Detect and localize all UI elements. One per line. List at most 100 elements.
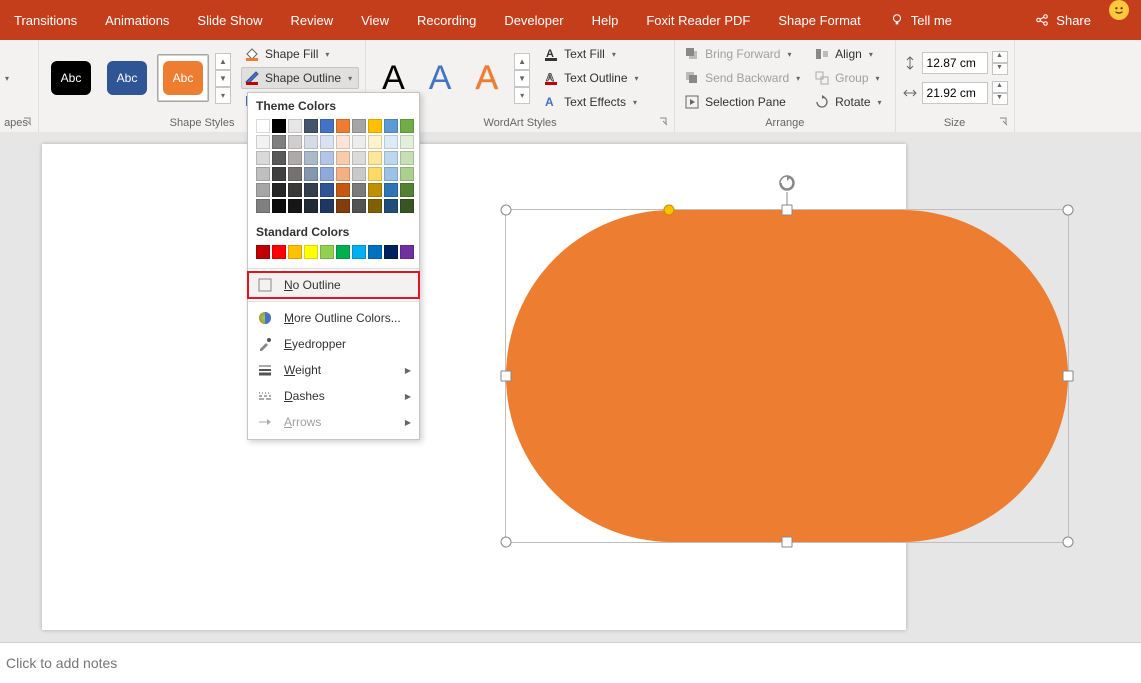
text-effects-button[interactable]: A Text Effects▾ xyxy=(540,91,645,113)
shape-width-input[interactable] xyxy=(922,82,988,104)
tab-recording[interactable]: Recording xyxy=(403,0,490,40)
wordart-preset-2[interactable]: A xyxy=(419,59,462,98)
standard-color-swatch[interactable] xyxy=(272,245,286,259)
shape-style-preset-3[interactable]: Abc xyxy=(157,54,209,102)
theme-color-swatch[interactable] xyxy=(368,135,382,149)
theme-color-swatch[interactable] xyxy=(304,151,318,165)
theme-color-swatch[interactable] xyxy=(400,135,414,149)
theme-color-swatch[interactable] xyxy=(384,183,398,197)
height-spin-down[interactable]: ▼ xyxy=(992,63,1008,75)
theme-color-swatch[interactable] xyxy=(336,199,350,213)
theme-color-swatch[interactable] xyxy=(272,119,286,133)
theme-color-swatch[interactable] xyxy=(320,183,334,197)
tab-shape-format[interactable]: Shape Format xyxy=(764,0,874,40)
rotate-button[interactable]: Rotate▾ xyxy=(811,91,888,113)
theme-color-swatch[interactable] xyxy=(384,119,398,133)
resize-handle-w[interactable] xyxy=(501,371,512,382)
adjustment-handle[interactable] xyxy=(663,205,674,216)
theme-color-swatch[interactable] xyxy=(400,151,414,165)
resize-handle-n[interactable] xyxy=(782,205,793,216)
theme-color-swatch[interactable] xyxy=(272,135,286,149)
theme-color-swatch[interactable] xyxy=(352,119,366,133)
theme-color-swatch[interactable] xyxy=(320,119,334,133)
weight-item[interactable]: Weight xyxy=(248,357,419,383)
text-fill-button[interactable]: A Text Fill▾ xyxy=(540,43,645,65)
theme-color-swatch[interactable] xyxy=(304,183,318,197)
theme-color-swatch[interactable] xyxy=(320,135,334,149)
dashes-item[interactable]: Dashes xyxy=(248,383,419,409)
theme-color-swatch[interactable] xyxy=(304,119,318,133)
align-button[interactable]: Align▾ xyxy=(811,43,888,65)
theme-color-swatch[interactable] xyxy=(352,151,366,165)
selection-pane-button[interactable]: Selection Pane xyxy=(681,91,807,113)
standard-color-swatch[interactable] xyxy=(400,245,414,259)
eyedropper-item[interactable]: Eyedropper xyxy=(248,331,419,357)
standard-color-swatch[interactable] xyxy=(256,245,270,259)
theme-color-swatch[interactable] xyxy=(304,135,318,149)
standard-color-swatch[interactable] xyxy=(320,245,334,259)
tab-view[interactable]: View xyxy=(347,0,403,40)
style-gallery-up[interactable]: ▲ xyxy=(215,53,231,70)
shape-outline-button[interactable]: Shape Outline▾ xyxy=(241,67,359,89)
theme-color-swatch[interactable] xyxy=(352,167,366,181)
theme-color-swatch[interactable] xyxy=(288,183,302,197)
theme-color-swatch[interactable] xyxy=(320,151,334,165)
tab-help[interactable]: Help xyxy=(578,0,633,40)
theme-color-swatch[interactable] xyxy=(352,199,366,213)
theme-color-swatch[interactable] xyxy=(400,183,414,197)
theme-color-swatch[interactable] xyxy=(336,151,350,165)
shapes-group-launcher[interactable] xyxy=(23,117,35,129)
style-gallery-more[interactable]: ▾ xyxy=(215,87,231,104)
standard-color-swatch[interactable] xyxy=(352,245,366,259)
theme-color-swatch[interactable] xyxy=(336,135,350,149)
theme-color-swatch[interactable] xyxy=(272,183,286,197)
insert-shapes-more[interactable]: ▾ xyxy=(0,71,16,86)
theme-color-swatch[interactable] xyxy=(400,199,414,213)
style-gallery-down[interactable]: ▼ xyxy=(215,70,231,87)
text-outline-button[interactable]: A Text Outline▾ xyxy=(540,67,645,89)
theme-color-swatch[interactable] xyxy=(368,183,382,197)
arrows-item[interactable]: Arrows xyxy=(248,409,419,435)
theme-color-swatch[interactable] xyxy=(368,119,382,133)
theme-color-swatch[interactable] xyxy=(256,183,270,197)
tab-animations[interactable]: Animations xyxy=(91,0,183,40)
tab-review[interactable]: Review xyxy=(276,0,347,40)
theme-color-swatch[interactable] xyxy=(288,151,302,165)
wordart-group-launcher[interactable] xyxy=(659,117,671,129)
slide-canvas-area[interactable] xyxy=(0,132,1141,643)
tab-developer[interactable]: Developer xyxy=(490,0,577,40)
theme-color-swatch[interactable] xyxy=(288,135,302,149)
theme-color-swatch[interactable] xyxy=(272,199,286,213)
theme-color-swatch[interactable] xyxy=(256,135,270,149)
theme-color-swatch[interactable] xyxy=(368,167,382,181)
tab-transitions[interactable]: Transitions xyxy=(0,0,91,40)
theme-color-swatch[interactable] xyxy=(384,151,398,165)
theme-color-swatch[interactable] xyxy=(368,199,382,213)
theme-color-swatch[interactable] xyxy=(304,167,318,181)
group-button[interactable]: Group▾ xyxy=(811,67,888,89)
standard-color-swatch[interactable] xyxy=(368,245,382,259)
theme-color-swatch[interactable] xyxy=(384,167,398,181)
no-outline-item[interactable]: No Outline xyxy=(248,272,419,298)
theme-color-swatch[interactable] xyxy=(256,199,270,213)
theme-color-swatch[interactable] xyxy=(336,183,350,197)
share-button[interactable]: Share xyxy=(1020,0,1105,40)
theme-color-swatch[interactable] xyxy=(272,167,286,181)
theme-color-swatch[interactable] xyxy=(304,199,318,213)
shape-style-preset-2[interactable]: Abc xyxy=(101,54,153,102)
width-spin-down[interactable]: ▼ xyxy=(992,93,1008,105)
theme-color-swatch[interactable] xyxy=(384,199,398,213)
theme-color-swatch[interactable] xyxy=(320,199,334,213)
theme-color-swatch[interactable] xyxy=(336,119,350,133)
send-backward-button[interactable]: Send Backward▾ xyxy=(681,67,807,89)
theme-color-swatch[interactable] xyxy=(400,119,414,133)
theme-color-swatch[interactable] xyxy=(352,183,366,197)
theme-color-swatch[interactable] xyxy=(256,119,270,133)
bring-forward-button[interactable]: Bring Forward▾ xyxy=(681,43,807,65)
wordart-gallery-more[interactable]: ▾ xyxy=(514,87,530,104)
wordart-gallery-down[interactable]: ▼ xyxy=(514,70,530,87)
height-spin-up[interactable]: ▲ xyxy=(992,51,1008,63)
tab-foxit-reader-pdf[interactable]: Foxit Reader PDF xyxy=(632,0,764,40)
resize-handle-e[interactable] xyxy=(1063,371,1074,382)
user-account-icon[interactable] xyxy=(1109,0,1129,20)
